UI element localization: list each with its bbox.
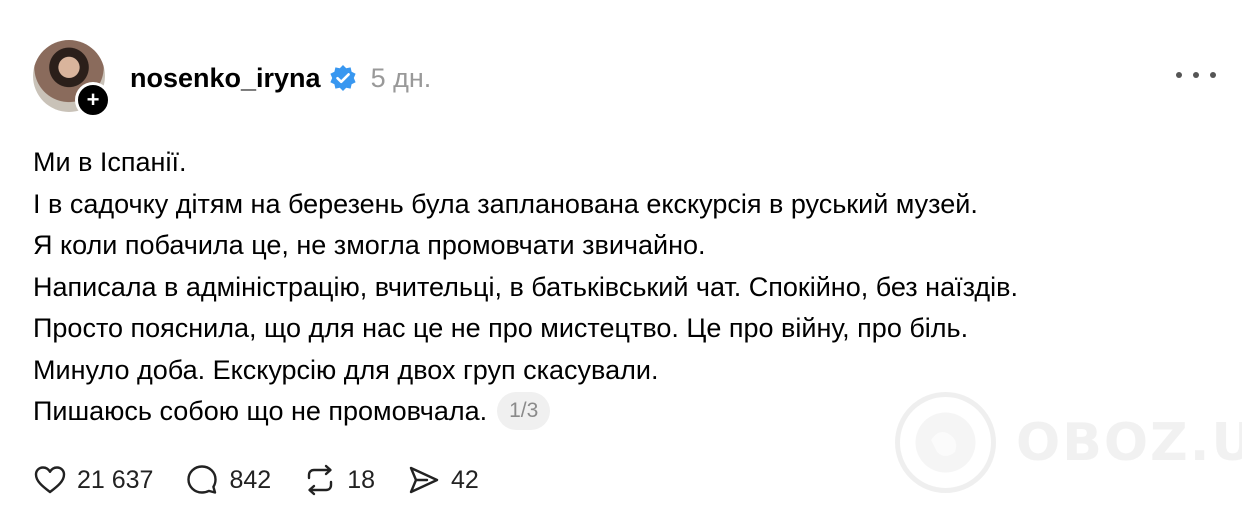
comment-count: 842	[229, 465, 272, 494]
repost-icon	[307, 464, 333, 496]
like-button[interactable]: 21 637	[33, 463, 153, 497]
oboz-logo-icon	[895, 392, 996, 493]
page-indicator[interactable]: 1/3	[497, 391, 551, 430]
post-header: nosenko_iryna 5 дн.	[130, 58, 431, 98]
like-count: 21 637	[77, 465, 154, 494]
share-send-icon	[409, 466, 439, 494]
share-button[interactable]: 42	[407, 463, 479, 497]
threads-post: + nosenko_iryna 5 дн. Ми в Іспанії. І в …	[0, 0, 1242, 514]
post-time: 5 дн.	[370, 62, 432, 93]
post-line: Я коли побачила це, не змогла промовчати…	[33, 230, 706, 260]
action-bar: 21 637 842 18 42	[33, 460, 511, 500]
post-line: І в садочку дітям на березень була запла…	[33, 188, 978, 219]
post-line: Пишаюсь собою що не промовчала.	[33, 396, 488, 426]
post-line: Минуло доба. Екскурсію для двох груп ска…	[33, 354, 659, 385]
post-body: Ми в Іспанії. І в садочку дітям на берез…	[33, 142, 1213, 433]
post-line: Просто пояснила, що для нас це не про ми…	[33, 313, 969, 343]
repost-button[interactable]: 18	[303, 463, 375, 497]
verified-badge-icon	[329, 65, 356, 91]
comment-button[interactable]: 842	[185, 463, 271, 497]
username[interactable]: nosenko_iryna	[130, 63, 321, 94]
follow-plus-icon[interactable]: +	[75, 82, 111, 118]
repost-count: 18	[347, 465, 375, 494]
post-line: Написала в адміністрацію, вчительці, в б…	[33, 271, 1018, 302]
watermark: OBOZ.UA	[893, 390, 1242, 495]
more-options-icon[interactable]	[1176, 60, 1216, 90]
avatar[interactable]: +	[33, 40, 111, 118]
watermark-text: OBOZ.UA	[1016, 412, 1242, 473]
share-count: 42	[451, 465, 479, 494]
post-line: Ми в Іспанії.	[33, 147, 187, 177]
comment-icon	[187, 465, 218, 494]
heart-icon	[34, 466, 66, 494]
